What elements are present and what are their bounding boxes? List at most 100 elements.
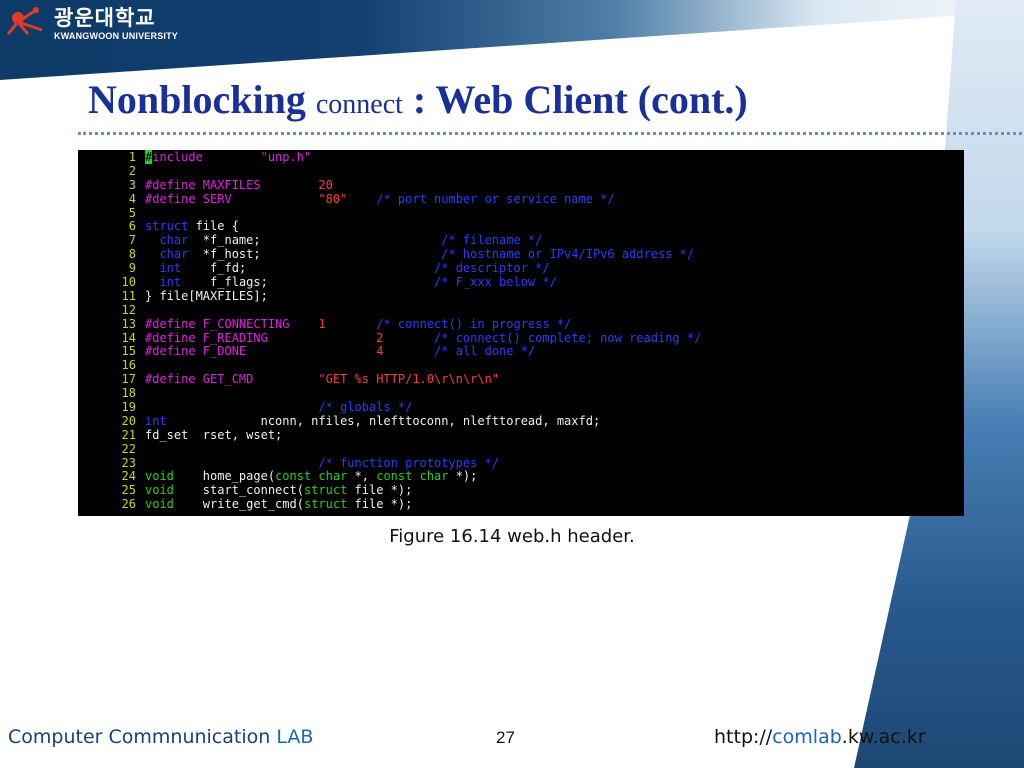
code-line: 10 int f_flags; /* F_xxx below */ [78, 275, 964, 290]
code-token: f_fd; [181, 261, 247, 276]
logo-korean-name: 광운대학교 [54, 5, 156, 30]
line-number: 10 [121, 275, 136, 290]
code-text: /* globals */ [145, 400, 412, 415]
title-part2: connect [315, 89, 403, 120]
code-token: /* descriptor */ [434, 261, 550, 276]
logo-english-name: KWANGWOON UNIVERSITY [54, 30, 179, 41]
code-line: 17 #define GET_CMD "GET %s HTTP/1.0\r\n\r… [78, 372, 964, 387]
code-text: int f_flags; /* F_xxx below */ [145, 275, 556, 290]
code-token: /* connect() complete; now reading */ [434, 330, 702, 345]
line-number: 26 [121, 497, 136, 512]
line-number: 5 [128, 205, 136, 220]
code-token: #define SERV [145, 191, 232, 206]
code-token: #define F_READING [145, 330, 268, 345]
code-text: int f_fd; /* descriptor */ [145, 261, 550, 276]
code-text: } file[MAXFILES]; [145, 288, 268, 304]
footer-url-pre: http:// [714, 726, 773, 748]
footer-url[interactable]: http://comlab.kw.ac.kr [714, 726, 926, 748]
code-token: #define F_DONE [145, 344, 247, 359]
code-token: file *); [347, 483, 413, 498]
code-line: 9 int f_fd; /* descriptor */ [78, 261, 964, 276]
code-token: #define F_CONNECTING [145, 316, 290, 331]
code-line: 8 char *f_host; /* hostname or IPv4/IPv6… [78, 247, 964, 262]
code-token: int [145, 413, 167, 428]
code-token: } file[MAXFILES]; [145, 288, 268, 303]
code-token: *f_name; [188, 233, 261, 248]
line-number: 1 [128, 150, 136, 164]
code-token: start_connect( [173, 483, 304, 498]
university-emblem-icon [6, 4, 48, 44]
code-text: char *f_name; /* filename */ [145, 233, 543, 248]
code-line: 25 void start_connect(struct file *); [78, 483, 964, 498]
slide-title: Nonblocking connect : Web Client (cont.) [88, 76, 748, 123]
line-number: 13 [121, 316, 136, 331]
code-line: 19 /* globals */ [78, 400, 964, 415]
code-text: #define F_CONNECTING 1 /* connect() in p… [145, 316, 571, 332]
code-token: char [159, 233, 189, 248]
code-token: const char [376, 469, 449, 484]
code-token: struct [303, 497, 348, 512]
code-token: nconn, nfiles, nlefttoconn, nlefttoread,… [166, 413, 601, 428]
line-number: 19 [121, 400, 136, 415]
code-line: 23 /* function prototypes */ [78, 455, 964, 471]
code-token: "unp.h" [260, 150, 312, 164]
code-text: #define SERV "80" /* port number or serv… [145, 191, 615, 207]
code-text: #include "unp.h" [145, 150, 312, 165]
code-line: 24 void home_page(const char *, const cha… [78, 470, 964, 484]
line-number: 24 [121, 469, 136, 484]
code-line: 12 [78, 303, 964, 318]
line-number: 3 [128, 177, 136, 192]
code-text: #define MAXFILES 20 [145, 177, 333, 193]
code-token: struct [303, 483, 348, 498]
line-number: 25 [121, 483, 136, 498]
line-number: 22 [121, 441, 136, 456]
code-line: 26 void write_get_cmd(struct file *); [78, 497, 964, 512]
code-token: file *); [347, 497, 413, 512]
code-token: #define GET_CMD [145, 372, 254, 387]
code-token: /* hostname or IPv4/IPv6 address */ [441, 247, 695, 262]
code-line: 21 fd_set rset, wset; [78, 427, 964, 443]
code-token: /* all done */ [434, 344, 536, 359]
code-line: 11 } file[MAXFILES]; [78, 288, 964, 304]
code-line: 4 #define SERV "80" /* port number or ser… [78, 191, 964, 207]
code-token: /* filename */ [441, 233, 543, 248]
footer-url-mid: comlab [772, 726, 842, 748]
page-number: 27 [496, 728, 515, 747]
code-token: 1 [318, 316, 326, 331]
code-token: home_page( [173, 469, 276, 484]
code-line: 13 #define F_CONNECTING 1 /* connect() in… [78, 316, 964, 332]
line-number: 11 [121, 288, 136, 303]
code-token: write_get_cmd( [173, 497, 304, 512]
code-line: 18 [78, 386, 964, 401]
code-line: 14 #define F_READING 2 /* connect() compl… [78, 330, 964, 346]
code-text: #define F_DONE 4 /* all done */ [145, 345, 535, 359]
code-text: /* function prototypes */ [145, 455, 500, 471]
code-token: #define MAXFILES [145, 177, 261, 192]
code-listing: 1 #include "unp.h" 2 3 #define MAXFILES 20 4 #… [78, 150, 964, 516]
code-token: void [145, 497, 174, 512]
code-line: 22 [78, 441, 964, 457]
footer-url-post: .kw.ac.kr [841, 726, 926, 748]
line-number: 21 [121, 427, 136, 442]
code-text: int nconn, nfiles, nlefttoconn, nlefttor… [145, 413, 601, 429]
figure-caption: Figure 16.14 web.h header. [389, 526, 635, 547]
line-number: 7 [128, 233, 136, 248]
title-part3: : Web Client (cont.) [412, 77, 748, 122]
line-number: 2 [128, 163, 136, 178]
code-token: /* function prototypes */ [318, 455, 500, 470]
